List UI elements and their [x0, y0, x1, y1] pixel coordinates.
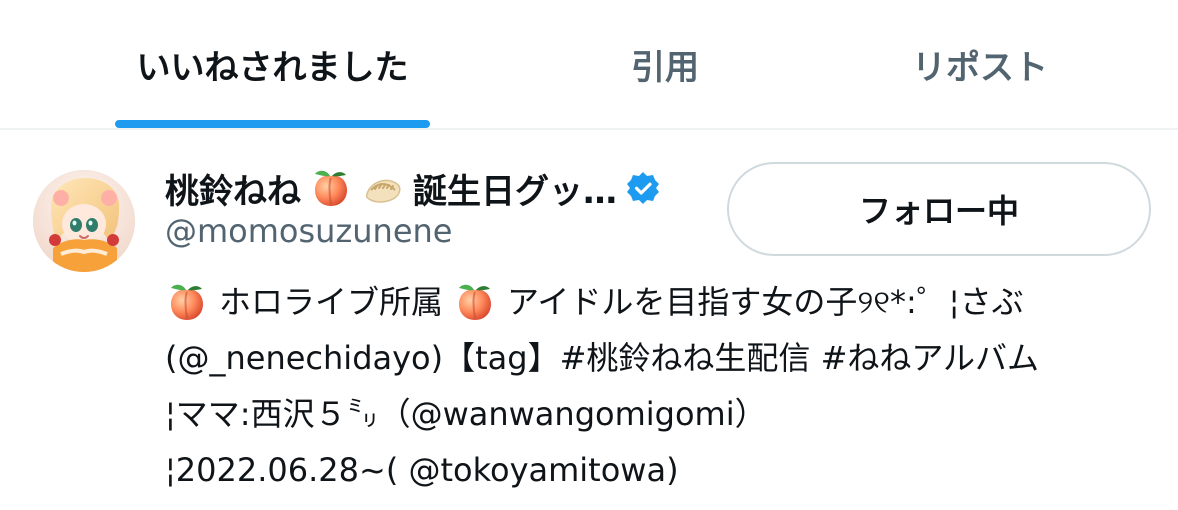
user-row[interactable]: 桃鈴ねね 誕生日グッ… @momosuzunene フォロー中 ホロライブ所属 …	[0, 130, 1178, 510]
display-name-suffix: 誕生日グッ…	[413, 171, 617, 212]
active-tab-indicator	[115, 120, 430, 128]
verified-badge-icon	[625, 170, 661, 206]
user-handle[interactable]: @momosuzunene	[165, 212, 685, 256]
dumpling-emoji-icon	[361, 166, 405, 210]
bio-line-2: (@_nenechidayo)【tag】#桃鈴ねね生配信 #ねねアルバム	[165, 330, 1155, 386]
follow-button-label: フォロー中	[858, 192, 1019, 230]
bio-text: ホロライブ所属	[219, 283, 444, 321]
bio-line-3: ¦ママ:西沢５㍉（@wanwangomigomi）	[165, 386, 1155, 442]
bio-line-1: ホロライブ所属 アイドルを目指す女の子୨୧*:゜¦さぶ	[165, 274, 1155, 330]
tabs-bar: いいねされました 引用 リポスト	[0, 0, 1178, 130]
peach-emoji-icon	[165, 280, 209, 324]
tab-label: 引用	[631, 47, 699, 88]
peach-emoji-icon	[309, 166, 353, 210]
tab-reposts[interactable]: リポスト	[880, 0, 1080, 128]
tab-liked[interactable]: いいねされました	[110, 0, 435, 128]
avatar[interactable]	[33, 170, 135, 272]
user-name-line[interactable]: 桃鈴ねね 誕生日グッ…	[165, 164, 725, 212]
user-bio: ホロライブ所属 アイドルを目指す女の子୨୧*:゜¦さぶ (@_nenechida…	[165, 274, 1155, 498]
bio-text: アイドルを目指す女の子୨୧*:゜¦さぶ	[507, 283, 1024, 321]
tab-label: リポスト	[912, 47, 1048, 88]
following-button[interactable]: フォロー中	[727, 162, 1151, 256]
tab-quotes[interactable]: 引用	[560, 0, 770, 128]
bio-text: ¦ママ:西沢５㍉（@wanwangomigomi）	[165, 395, 767, 433]
peach-emoji-icon	[453, 280, 497, 324]
bio-line-4: ¦2022.06.28~( @tokoyamitowa)	[165, 442, 1155, 498]
tab-label: いいねされました	[136, 47, 409, 88]
likes-users-list: いいねされました 引用 リポスト 桃鈴ねね 誕生日グッ… @momosuzune…	[0, 0, 1178, 510]
display-name: 桃鈴ねね	[165, 171, 301, 212]
bio-text: (@_nenechidayo)【tag】#桃鈴ねね生配信 #ねねアルバム	[165, 339, 1040, 377]
bio-text: ¦2022.06.28~( @tokoyamitowa)	[165, 451, 679, 489]
